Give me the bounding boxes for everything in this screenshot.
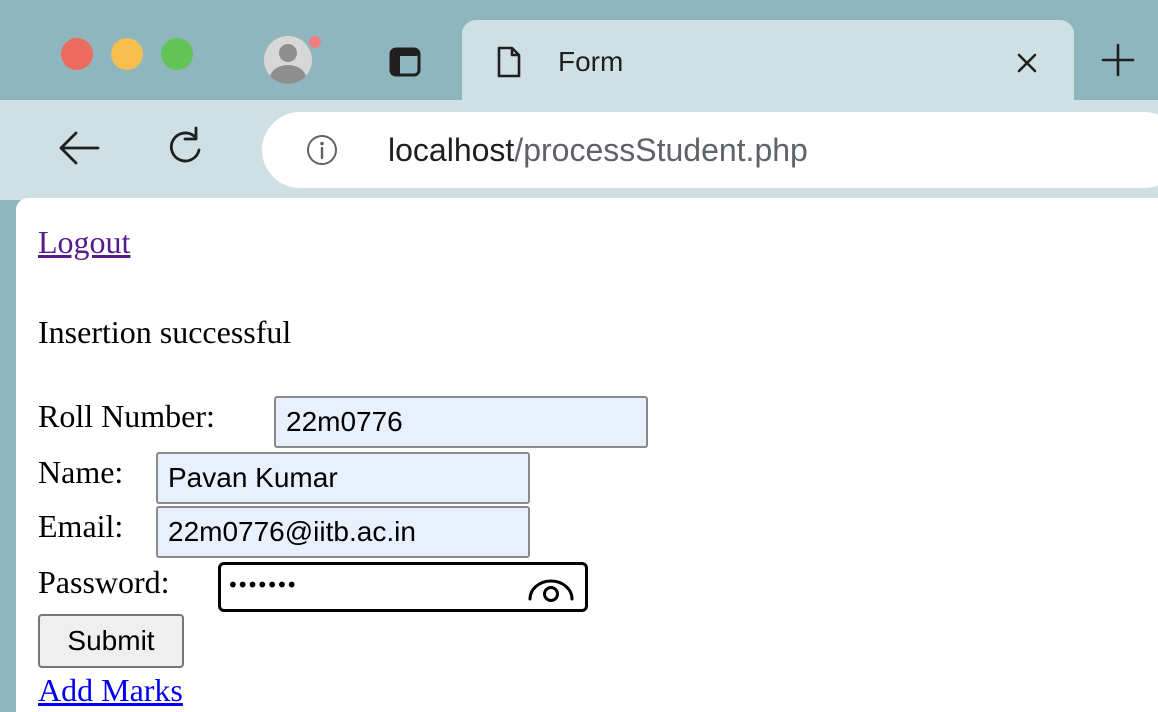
password-mask: ••••••• [227,573,298,597]
browser-toolbar: localhost/processStudent.php [0,100,1158,200]
tab-form[interactable]: Form [462,20,1074,102]
address-bar[interactable]: localhost/processStudent.php [262,112,1158,188]
add-marks-link[interactable]: Add Marks [38,672,183,709]
email-input[interactable]: 22m0776@iitb.ac.in [156,506,530,558]
sidebar-toggle-icon[interactable] [388,46,422,78]
name-input[interactable]: Pavan Kumar [156,452,530,504]
back-arrow-icon[interactable] [58,130,100,166]
plus-icon[interactable] [1100,42,1136,78]
url-path: /processStudent.php [514,132,808,168]
password-label: Password: [38,564,170,600]
password-input[interactable]: ••••••• [218,562,588,612]
status-message: Insertion successful [38,314,292,350]
profile-notification-badge [306,33,324,51]
profile-avatar-icon[interactable] [264,36,312,84]
document-icon [497,46,521,78]
close-icon[interactable] [1016,52,1038,74]
window-zoom-button[interactable] [161,38,193,70]
info-icon[interactable] [306,134,338,166]
email-label: Email: [38,508,124,544]
submit-button[interactable]: Submit [38,614,184,668]
roll-number-input[interactable]: 22m0776 [274,396,648,448]
tab-title: Form [558,46,624,77]
page-content: Logout Insertion successful Roll Number:… [16,198,1158,712]
reload-icon[interactable] [166,126,206,168]
url-host: localhost [388,132,515,168]
logout-link[interactable]: Logout [38,224,130,261]
roll-number-label: Roll Number: [38,398,215,434]
window-minimize-button[interactable] [111,38,143,70]
name-label: Name: [38,454,124,490]
url-text[interactable]: localhost/processStudent.php [388,132,808,169]
tab-strip: Form [0,0,1158,102]
eye-icon[interactable] [527,575,575,603]
window-close-button[interactable] [61,38,93,70]
